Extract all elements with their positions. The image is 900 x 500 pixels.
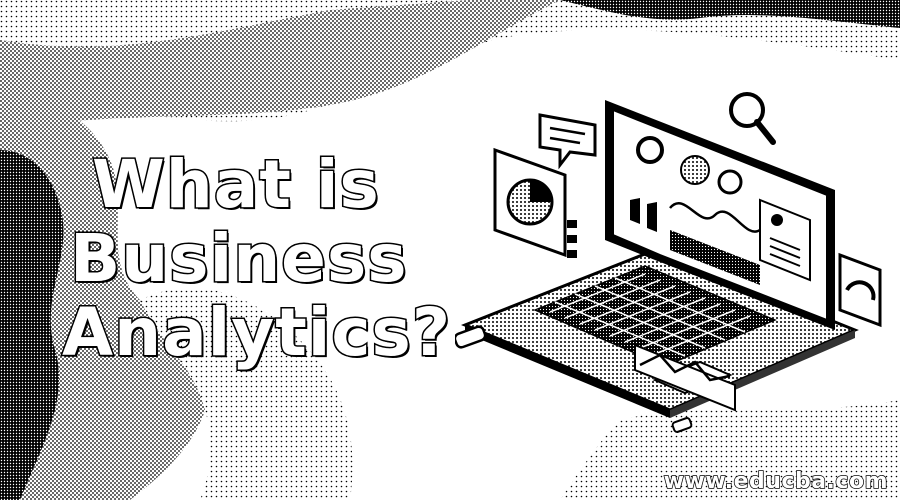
headline-line-2: Business [69, 220, 409, 297]
chat-bubble-icon [538, 113, 597, 170]
floating-chart-panel [493, 147, 577, 258]
site-watermark: www.educba.com [663, 468, 888, 495]
headline-line-3: Analytics? [61, 294, 452, 371]
donut-chart-icon [636, 136, 664, 164]
headline-line-1: What is [91, 146, 381, 223]
usb-stick-icon [671, 417, 693, 433]
phone-icon [455, 325, 487, 349]
floating-gauge-widget [838, 252, 882, 328]
banner-image: What is Business Analytics? www.educba.c… [0, 0, 900, 500]
magnifier-icon [729, 92, 776, 145]
laptop-dashboard-illustration [455, 92, 882, 433]
headline: What is Business Analytics? [61, 146, 452, 371]
